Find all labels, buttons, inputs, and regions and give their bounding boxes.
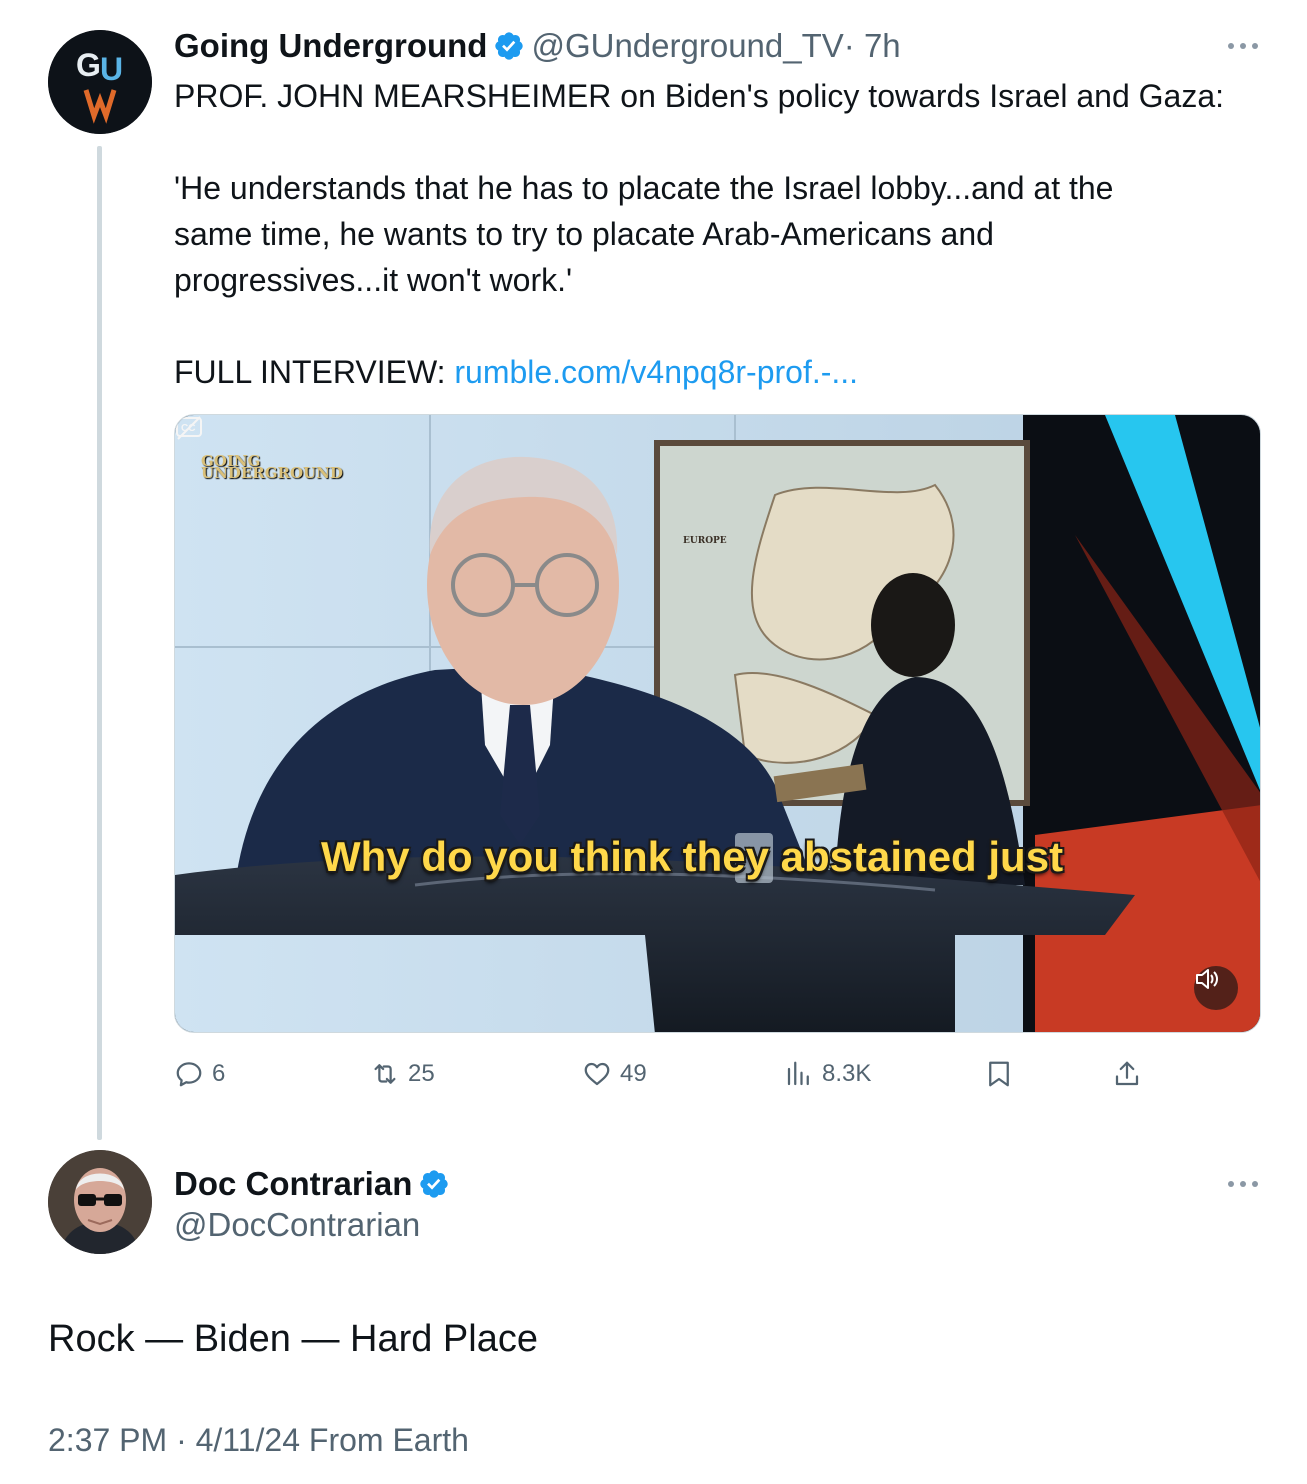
mute-toggle-button[interactable] <box>1194 966 1238 1010</box>
svg-text:G: G <box>76 47 101 83</box>
share-icon <box>1115 1061 1139 1086</box>
author-handle[interactable]: @DocContrarian <box>174 1206 420 1244</box>
speaker-muted-icon <box>1196 969 1218 989</box>
author-handle[interactable]: @GUnderground_TV <box>531 27 843 65</box>
views-button[interactable]: 8.3K <box>784 1052 871 1096</box>
author-display-name[interactable]: Going Underground <box>174 27 487 65</box>
interview-label: FULL INTERVIEW: <box>174 354 446 390</box>
going-underground-avatar[interactable]: G U <box>48 30 152 134</box>
video-subtitle: Why do you think they abstained just <box>321 833 1064 880</box>
reply-tweet-text: Rock — Biden — Hard Place <box>48 1318 538 1360</box>
reply-count: 6 <box>212 1060 226 1087</box>
heart-icon <box>584 1062 610 1086</box>
map-label: EUROPE <box>683 536 727 546</box>
author-display-name[interactable]: Doc Contrarian <box>174 1165 412 1203</box>
repost-count: 25 <box>408 1060 435 1087</box>
tweet-timestamp[interactable]: 2:37 PM · 4/11/24 From Earth <box>48 1422 469 1459</box>
tweet-quote-line: same time, he wants to try to placate Ar… <box>174 216 994 252</box>
share-button[interactable] <box>1112 1052 1150 1096</box>
tweet-quote-line: progressives...it won't work.' <box>174 262 573 298</box>
verified-badge-icon <box>420 1170 449 1198</box>
original-tweet-header: Going Underground @GUnderground_TV · 7h <box>174 26 901 66</box>
reply-button[interactable]: 6 <box>174 1052 225 1096</box>
interview-link[interactable]: rumble.com/v4npq8r-prof.-... <box>454 354 858 390</box>
like-count: 49 <box>620 1060 647 1087</box>
closed-captions-icon[interactable]: CC <box>175 415 203 441</box>
analytics-icon <box>787 1061 809 1086</box>
doc-contrarian-avatar[interactable] <box>48 1150 152 1254</box>
verified-badge-icon <box>495 32 524 60</box>
more-options-icon[interactable] <box>1228 42 1258 50</box>
like-button[interactable]: 49 <box>582 1052 647 1096</box>
video-frame: EUROPE <box>175 415 1260 1032</box>
interview-line: FULL INTERVIEW: rumble.com/v4npq8r-prof.… <box>174 349 858 395</box>
thread-connector-line <box>97 146 102 1140</box>
repost-icon <box>374 1064 396 1084</box>
view-count: 8.3K <box>822 1060 872 1087</box>
channel-watermark: GOING UNDERGROUND <box>201 452 343 482</box>
tweet-quote-line: 'He understands that he has to placate t… <box>174 170 1114 206</box>
tweet-action-bar: 6 25 49 8.3K <box>174 1052 1154 1096</box>
bookmark-icon <box>989 1061 1009 1087</box>
more-options-icon[interactable] <box>1228 1180 1258 1188</box>
video-player[interactable]: EUROPE GOING UNDERGROUND CC Why do you t… <box>174 414 1261 1033</box>
tweet-age[interactable]: · 7h <box>844 27 901 65</box>
svg-text:U: U <box>100 51 123 87</box>
reply-icon <box>176 1062 202 1087</box>
reply-tweet-header: Doc Contrarian <box>174 1164 456 1204</box>
tweet-text-line: PROF. JOHN MEARSHEIMER on Biden's policy… <box>174 78 1225 114</box>
repost-button[interactable]: 25 <box>370 1052 435 1096</box>
bookmark-button[interactable] <box>984 1052 1022 1096</box>
